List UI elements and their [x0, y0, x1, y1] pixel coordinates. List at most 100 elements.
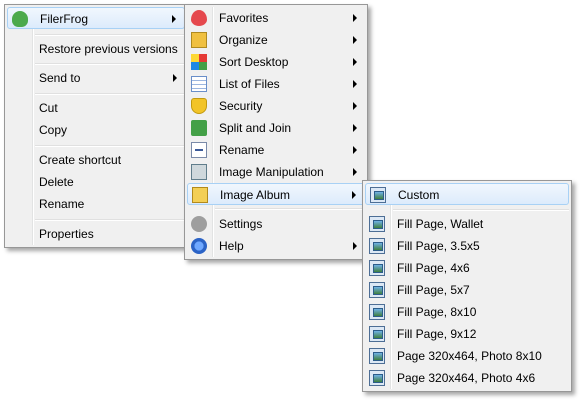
menu-item-image-manipulation[interactable]: Image Manipulation [187, 161, 365, 183]
submenu-arrow-icon [353, 36, 357, 44]
shield-icon [191, 98, 207, 114]
menu-item-fill-page-3-5x5[interactable]: Fill Page, 3.5x5 [365, 235, 569, 257]
menu-item-label: Page 320x464, Photo 8x10 [397, 349, 542, 363]
menu-item-label: Rename [219, 143, 265, 157]
menu-item-filerfrog[interactable]: FilerFrog [7, 7, 185, 29]
menu-item-label: Security [219, 99, 263, 113]
submenu-arrow-icon [353, 80, 357, 88]
menu-item-label: Send to [39, 71, 81, 85]
menu-item-label: List of Files [219, 77, 280, 91]
menu-item-fill-page-9x12[interactable]: Fill Page, 9x12 [365, 323, 569, 345]
image-manipulation-icon [191, 164, 207, 180]
menu-item-security[interactable]: Security [187, 95, 365, 117]
menu-item-label: Sort Desktop [219, 55, 289, 69]
context-menu: FilerFrog Restore previous versions Send… [4, 4, 188, 248]
submenu-arrow-icon [353, 124, 357, 132]
menu-item-page-photo-8x10[interactable]: Page 320x464, Photo 8x10 [365, 345, 569, 367]
menu-item-label: Fill Page, 4x6 [397, 261, 470, 275]
menu-item-fill-page-wallet[interactable]: Fill Page, Wallet [365, 213, 569, 235]
menu-item-label: FilerFrog [40, 12, 89, 26]
menu-item-label: Fill Page, 8x10 [397, 305, 477, 319]
photo-page-icon [369, 238, 385, 254]
submenu-arrow-icon [353, 146, 357, 154]
photo-page-icon [369, 370, 385, 386]
menu-item-label: Fill Page, 5x7 [397, 283, 470, 297]
menu-separator [393, 209, 569, 211]
menu-item-label: Copy [39, 123, 68, 137]
menu-item-restore-previous-versions[interactable]: Restore previous versions [7, 38, 185, 60]
menu-item-send-to[interactable]: Send to [7, 67, 185, 89]
menu-item-page-photo-4x6[interactable]: Page 320x464, Photo 4x6 [365, 367, 569, 389]
menu-item-sort-desktop[interactable]: Sort Desktop [187, 51, 365, 73]
menu-item-fill-page-5x7[interactable]: Fill Page, 5x7 [365, 279, 569, 301]
menu-item-fill-page-8x10[interactable]: Fill Page, 8x10 [365, 301, 569, 323]
menu-item-label: Properties [39, 227, 94, 241]
menu-item-label: Image Manipulation [219, 165, 324, 179]
menu-item-label: Organize [219, 33, 268, 47]
submenu-arrow-icon [353, 102, 357, 110]
menu-item-label: Fill Page, 3.5x5 [397, 239, 480, 253]
menu-item-custom[interactable]: Custom [365, 183, 569, 205]
menu-item-cut[interactable]: Cut [7, 97, 185, 119]
menu-item-list-of-files[interactable]: List of Files [187, 73, 365, 95]
menu-separator [35, 34, 185, 36]
menu-item-label: Rename [39, 197, 85, 211]
photo-page-icon [369, 216, 385, 232]
menu-item-label: Image Album [220, 188, 291, 202]
split-join-icon [191, 120, 207, 136]
menu-item-label: Fill Page, Wallet [397, 217, 484, 231]
menu-item-fill-page-4x6[interactable]: Fill Page, 4x6 [365, 257, 569, 279]
rename-icon [191, 142, 207, 158]
photo-page-icon [370, 187, 386, 203]
menu-separator [215, 208, 365, 210]
photo-page-icon [369, 282, 385, 298]
image-album-icon [192, 187, 208, 203]
menu-item-split-and-join[interactable]: Split and Join [187, 117, 365, 139]
menu-item-label: Delete [39, 175, 74, 189]
menu-item-image-album[interactable]: Image Album [187, 183, 365, 205]
image-album-submenu: Custom Fill Page, Wallet Fill Page, 3.5x… [362, 180, 572, 392]
menu-item-create-shortcut[interactable]: Create shortcut [7, 149, 185, 171]
menu-item-help[interactable]: Help [187, 235, 365, 257]
submenu-arrow-icon [352, 191, 356, 199]
submenu-arrow-icon [173, 74, 177, 82]
photo-page-icon [369, 326, 385, 342]
menu-item-favorites[interactable]: Favorites [187, 7, 365, 29]
menu-separator [35, 145, 185, 147]
filerfrog-submenu: Favorites Organize Sort Desktop List of … [184, 4, 368, 260]
photo-page-icon [369, 304, 385, 320]
menu-item-label: Fill Page, 9x12 [397, 327, 477, 341]
menu-item-rename[interactable]: Rename [187, 139, 365, 161]
menu-item-label: Split and Join [219, 121, 292, 135]
menu-separator [35, 93, 185, 95]
sort-desktop-icon [191, 54, 207, 70]
menu-item-settings[interactable]: Settings [187, 213, 365, 235]
submenu-arrow-icon [353, 168, 357, 176]
frog-icon [12, 11, 28, 27]
menu-item-label: Page 320x464, Photo 4x6 [397, 371, 536, 385]
menu-item-organize[interactable]: Organize [187, 29, 365, 51]
menu-item-delete[interactable]: Delete [7, 171, 185, 193]
menu-item-rename[interactable]: Rename [7, 193, 185, 215]
wrench-icon [191, 216, 207, 232]
menu-item-label: Custom [398, 188, 440, 202]
submenu-arrow-icon [353, 58, 357, 66]
menu-item-label: Settings [219, 217, 263, 231]
menu-item-label: Cut [39, 101, 58, 115]
menu-item-properties[interactable]: Properties [7, 223, 185, 245]
menu-separator [35, 63, 185, 65]
menu-item-copy[interactable]: Copy [7, 119, 185, 141]
menu-separator [35, 219, 185, 221]
menu-item-label: Help [219, 239, 244, 253]
menu-item-label: Create shortcut [39, 153, 122, 167]
submenu-arrow-icon [353, 14, 357, 22]
menu-item-label: Restore previous versions [39, 42, 178, 56]
submenu-arrow-icon [353, 242, 357, 250]
help-icon [191, 238, 207, 254]
list-icon [191, 76, 207, 92]
organize-icon [191, 32, 207, 48]
photo-page-icon [369, 348, 385, 364]
photo-page-icon [369, 260, 385, 276]
heart-icon [191, 10, 207, 26]
submenu-arrow-icon [172, 15, 176, 23]
